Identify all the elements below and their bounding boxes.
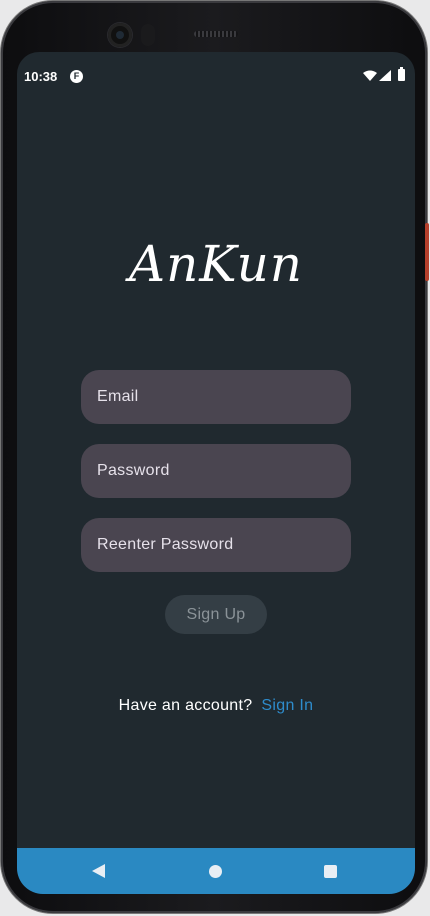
back-icon[interactable] [92,864,105,878]
password-field[interactable] [81,444,351,498]
app-logo: AnKun [129,235,303,293]
sign-in-link[interactable]: Sign In [261,697,313,714]
sign-up-button[interactable]: Sign Up [165,595,267,634]
power-button [425,223,429,281]
status-time: 10:38 [24,69,58,84]
system-nav-bar [17,848,415,894]
status-bar: 10:38 F [17,52,415,98]
home-icon[interactable] [209,865,222,878]
cell-signal-icon [379,70,391,81]
proximity-sensor [141,24,155,46]
sign-in-prompt: Have an account? Sign In [17,697,415,715]
app-screen: 10:38 F AnKun Sign Up Have an account? Si… [17,52,415,894]
front-camera [108,23,132,47]
phone-frame: 10:38 F AnKun Sign Up Have an account? Si… [1,1,429,913]
reenter-password-field[interactable] [81,518,351,572]
email-field[interactable] [81,370,351,424]
have-account-text: Have an account? [118,697,253,714]
earpiece-speaker [194,31,238,37]
battery-icon [398,67,405,81]
notification-icon: F [70,70,83,83]
recent-apps-icon[interactable] [324,865,337,878]
wifi-icon [363,70,377,81]
